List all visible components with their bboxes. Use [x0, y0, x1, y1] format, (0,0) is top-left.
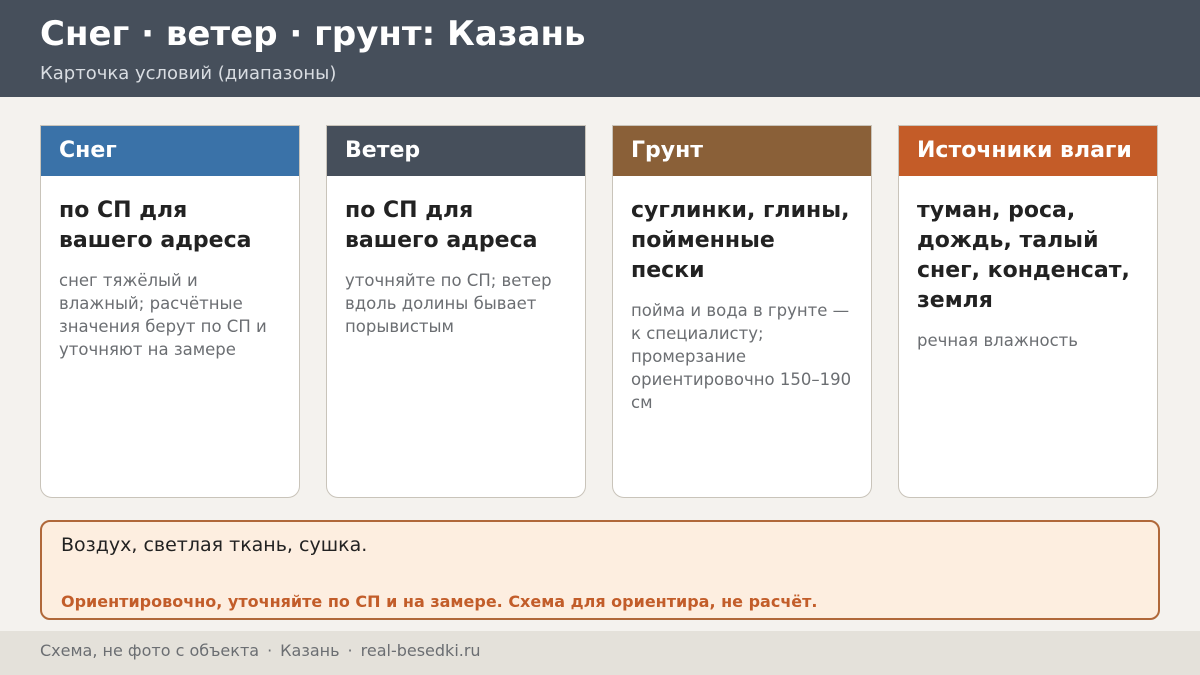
card-moisture: Источники влаги туман, роса, дождь, талы… [898, 125, 1158, 498]
card-soil: Грунт суглинки, глины, пойменные пески п… [612, 125, 872, 498]
card-note: снег тяжёлый и влажный; расчётные значен… [59, 271, 267, 359]
card-note: пойма и вода в грунте — к специалисту; п… [631, 301, 852, 412]
card-title: Грунт [613, 126, 871, 176]
footer-line: Схема, не фото с объекта · Казань · real-bes… [40, 641, 481, 660]
footer-city: Казань [280, 641, 340, 660]
card-title: Ветер [327, 126, 585, 176]
recommendation-text: Воздух, светлая ткань, сушка. [61, 534, 368, 556]
footer-note: Схема, не фото с объекта [40, 641, 260, 660]
card-snow: Снег по СП для вашего адреса снег тяжёлы… [40, 125, 300, 498]
card-title: Снег [41, 126, 299, 176]
card-note: речная влажность [917, 331, 1078, 350]
card-value: по СП для вашего адреса [345, 198, 538, 253]
page-title: Снег · ветер · грунт: Казань [40, 14, 586, 54]
footer-site-link[interactable]: real-besedki.ru [361, 641, 481, 660]
card-wind: Ветер по СП для вашего адреса уточняйте … [326, 125, 586, 498]
card-value: суглинки, глины, пойменные пески [631, 198, 850, 283]
footer: Схема, не фото с объекта · Казань · real-bes… [0, 631, 1200, 675]
disclaimer-text: Ориентировочно, уточняйте по СП и на зам… [61, 592, 818, 611]
page-subtitle: Карточка условий (диапазоны) [40, 63, 337, 84]
footer-separator: · [267, 641, 273, 660]
footer-separator: · [347, 641, 353, 660]
header: Снег · ветер · грунт: Казань Карточка ус… [0, 0, 1200, 97]
card-value: по СП для вашего адреса [59, 198, 252, 253]
card-note: уточняйте по СП; ветер вдоль долины быва… [345, 271, 552, 336]
recommendation-box: Воздух, светлая ткань, сушка. Ориентиров… [40, 520, 1160, 620]
card-title: Источники влаги [899, 126, 1157, 176]
card-value: туман, роса, дождь, талый снег, конденса… [917, 198, 1130, 313]
